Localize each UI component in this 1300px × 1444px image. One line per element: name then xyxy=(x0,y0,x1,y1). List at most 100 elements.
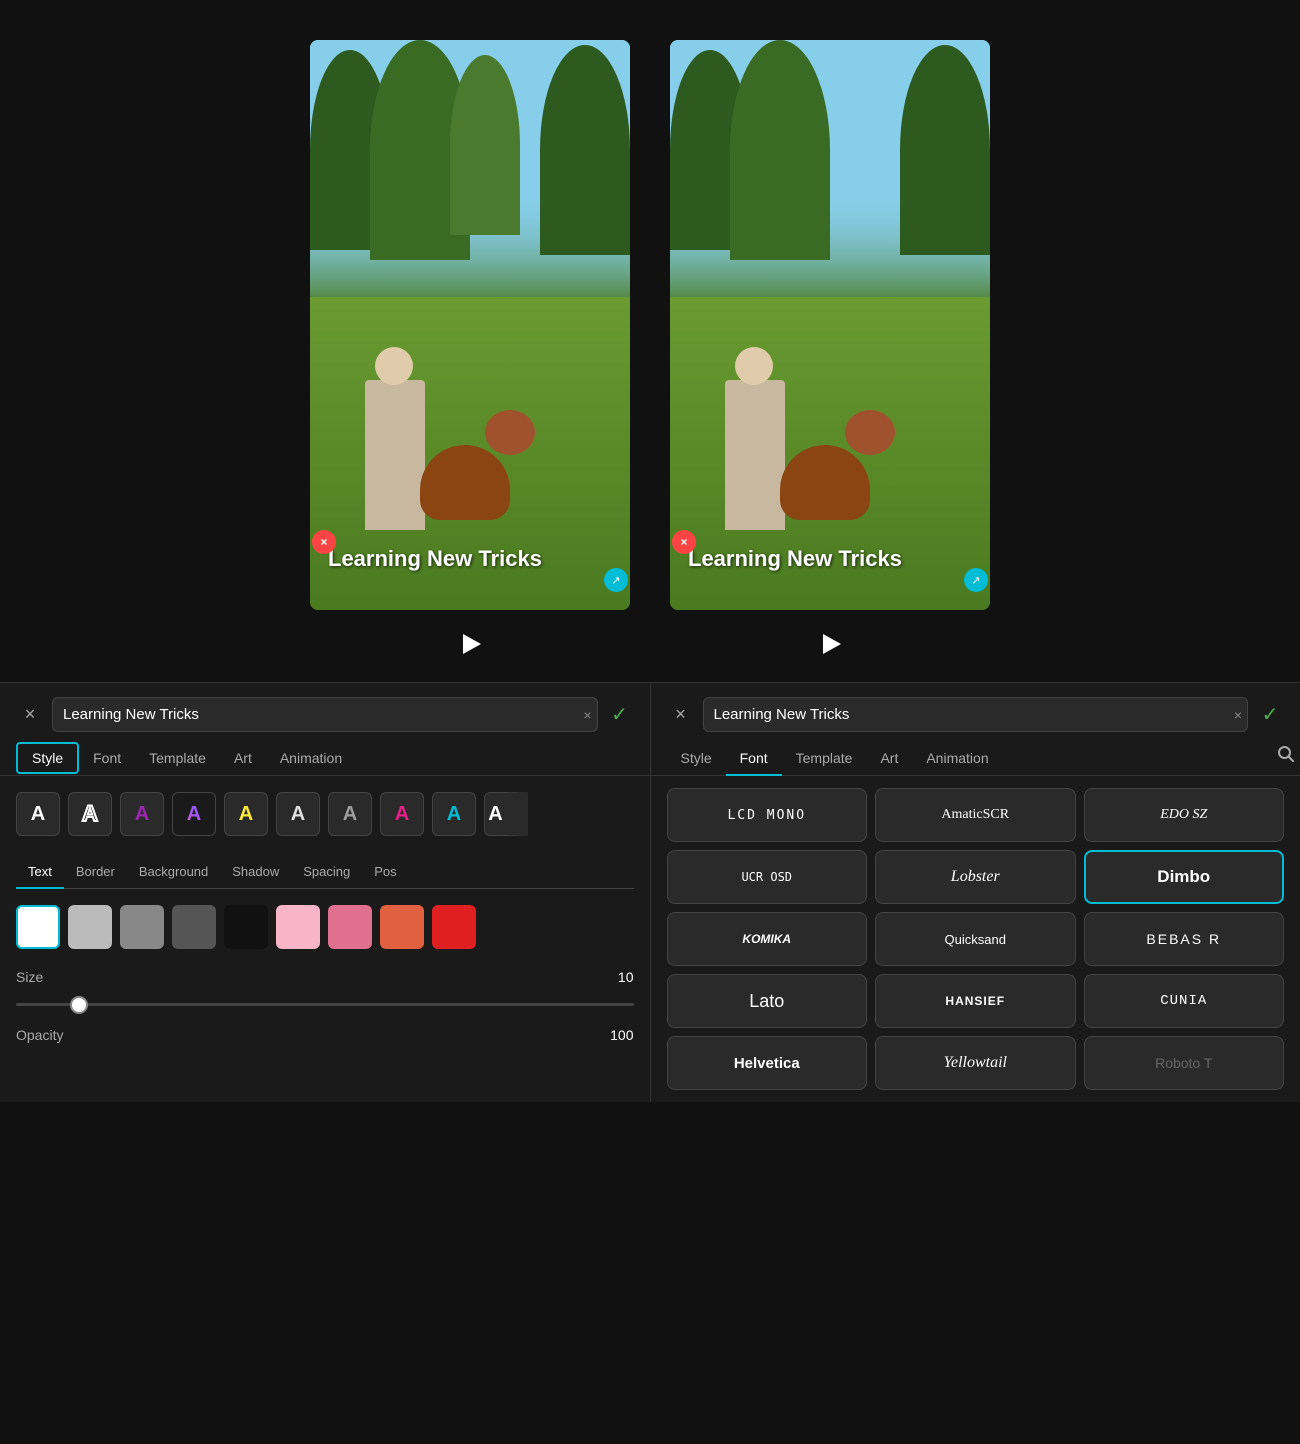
swatch-light-pink[interactable] xyxy=(276,905,320,949)
left-style-content: A A A A A A A A A A Text Border Backgrou… xyxy=(0,776,650,1059)
left-panel: × × ✓ Style Font Template Art Animation … xyxy=(0,683,651,1102)
font-item-hansief[interactable]: HANSIEF xyxy=(875,974,1076,1028)
font-item-cunia[interactable]: CUNIA xyxy=(1084,974,1285,1028)
left-panel-tabs: Style Font Template Art Animation xyxy=(0,732,650,776)
font-grid: LCD MONO AmaticSCR EDO SZ UCR OSD Lobste… xyxy=(667,788,1285,1090)
right-tab-art[interactable]: Art xyxy=(866,742,912,776)
subtab-text[interactable]: Text xyxy=(16,856,64,889)
swatch-white[interactable] xyxy=(16,905,60,949)
left-panel-header: × × ✓ xyxy=(0,683,650,732)
right-tab-template[interactable]: Template xyxy=(782,742,867,776)
subtab-shadow[interactable]: Shadow xyxy=(220,856,291,889)
text-style-gray[interactable]: A xyxy=(328,792,372,836)
font-item-helvetica[interactable]: Helvetica xyxy=(667,1036,868,1090)
font-item-bebas[interactable]: BEBAS R xyxy=(1084,912,1285,966)
text-style-partial[interactable]: A xyxy=(484,792,528,836)
left-play-triangle xyxy=(463,634,481,654)
left-caption-close-btn[interactable]: × xyxy=(312,530,336,554)
font-item-yellowtail[interactable]: Yellowtail xyxy=(875,1036,1076,1090)
color-swatches xyxy=(16,905,634,949)
swatch-mid-gray[interactable] xyxy=(120,905,164,949)
text-style-cyan[interactable]: A xyxy=(432,792,476,836)
font-item-roboto[interactable]: Roboto T xyxy=(1084,1036,1285,1090)
right-video-frame[interactable]: × Learning New Tricks ↗ xyxy=(670,40,990,610)
swatch-black[interactable] xyxy=(224,905,268,949)
left-tab-animation[interactable]: Animation xyxy=(266,742,356,776)
left-tab-style[interactable]: Style xyxy=(16,742,79,774)
left-panel-text-input[interactable] xyxy=(52,697,598,732)
tree-right xyxy=(540,45,630,255)
panels-area: × × ✓ Style Font Template Art Animation … xyxy=(0,682,1300,1102)
subtab-border[interactable]: Border xyxy=(64,856,127,889)
text-style-gradient[interactable]: A xyxy=(172,792,216,836)
right-panel: × × ✓ Style Font Template Art Animation xyxy=(651,683,1300,1102)
right-panel-confirm-btn[interactable]: ✓ xyxy=(1256,701,1284,729)
left-panel-input-clear[interactable]: × xyxy=(583,707,591,723)
tree-mid xyxy=(450,55,520,235)
right-panel-input-clear[interactable]: × xyxy=(1234,707,1242,723)
right-play-triangle xyxy=(823,634,841,654)
size-label: Size xyxy=(16,969,43,985)
left-panel-confirm-btn[interactable]: ✓ xyxy=(606,701,634,729)
font-item-lobster[interactable]: Lobster xyxy=(875,850,1076,904)
left-video-bg xyxy=(310,40,630,610)
right-caption-close-btn[interactable]: × xyxy=(672,530,696,554)
style-subtabs: Text Border Background Shadow Spacing Po… xyxy=(16,856,634,889)
right-caption-resize-btn[interactable]: ↗ xyxy=(964,568,988,592)
text-style-yellow[interactable]: A xyxy=(224,792,268,836)
left-play-button[interactable] xyxy=(452,626,488,662)
font-item-dimbo[interactable]: Dimbo xyxy=(1084,850,1285,904)
font-item-quicksand[interactable]: Quicksand xyxy=(875,912,1076,966)
left-tab-template[interactable]: Template xyxy=(135,742,220,776)
text-style-white2[interactable]: A xyxy=(276,792,320,836)
font-item-amatic[interactable]: AmaticSCR xyxy=(875,788,1076,842)
swatch-mid-pink[interactable] xyxy=(328,905,372,949)
right-panel-text-input[interactable] xyxy=(703,697,1249,732)
right-video-preview: × Learning New Tricks ↗ xyxy=(670,40,990,662)
left-video-frame[interactable]: × Learning New Tricks ↗ xyxy=(310,40,630,610)
size-row: Size 10 xyxy=(16,969,634,985)
left-caption-resize-btn[interactable]: ↗ xyxy=(604,568,628,592)
dog-head xyxy=(485,410,535,455)
font-item-ucr[interactable]: UCR OSD xyxy=(667,850,868,904)
font-content: LCD MONO AmaticSCR EDO SZ UCR OSD Lobste… xyxy=(651,776,1300,1102)
subtab-spacing[interactable]: Spacing xyxy=(291,856,362,889)
right-panel-close-btn[interactable]: × xyxy=(667,701,695,729)
text-style-outline[interactable]: A xyxy=(68,792,112,836)
subtab-pos[interactable]: Pos xyxy=(362,856,408,889)
text-style-pink[interactable]: A xyxy=(380,792,424,836)
font-item-lato[interactable]: Lato xyxy=(667,974,868,1028)
swatch-salmon[interactable] xyxy=(380,905,424,949)
opacity-row: Opacity 100 xyxy=(16,1027,634,1043)
subtab-background[interactable]: Background xyxy=(127,856,220,889)
right-panel-tabs-row: Style Font Template Art Animation xyxy=(651,732,1300,776)
person-head xyxy=(375,347,413,385)
right-person-body xyxy=(725,380,785,530)
previews-area: × Learning New Tricks ↗ × xyxy=(0,0,1300,682)
size-slider[interactable] xyxy=(16,1003,634,1006)
swatch-red[interactable] xyxy=(432,905,476,949)
left-panel-close-btn[interactable]: × xyxy=(16,701,44,729)
font-item-komika[interactable]: KOMIKA xyxy=(667,912,868,966)
search-button[interactable] xyxy=(1272,740,1300,768)
opacity-label: Opacity xyxy=(16,1027,63,1043)
right-play-button[interactable] xyxy=(812,626,848,662)
text-style-purple[interactable]: A xyxy=(120,792,164,836)
swatch-light-gray[interactable] xyxy=(68,905,112,949)
swatch-dark-gray[interactable] xyxy=(172,905,216,949)
text-style-plain[interactable]: A xyxy=(16,792,60,836)
right-tab-style[interactable]: Style xyxy=(667,742,726,776)
right-panel-input-wrap: × xyxy=(703,697,1249,732)
left-tab-art[interactable]: Art xyxy=(220,742,266,776)
right-tree-center xyxy=(730,40,830,260)
left-tab-font[interactable]: Font xyxy=(79,742,135,776)
right-video-bg xyxy=(670,40,990,610)
left-video-preview: × Learning New Tricks ↗ xyxy=(310,40,630,662)
font-item-lcd-mono[interactable]: LCD MONO xyxy=(667,788,868,842)
opacity-value: 100 xyxy=(610,1027,633,1043)
font-item-edo[interactable]: EDO SZ xyxy=(1084,788,1285,842)
right-tab-font[interactable]: Font xyxy=(726,742,782,776)
right-tab-animation[interactable]: Animation xyxy=(912,742,1002,776)
right-panel-tabs: Style Font Template Art Animation xyxy=(651,732,1273,775)
size-slider-wrap xyxy=(16,993,634,1011)
